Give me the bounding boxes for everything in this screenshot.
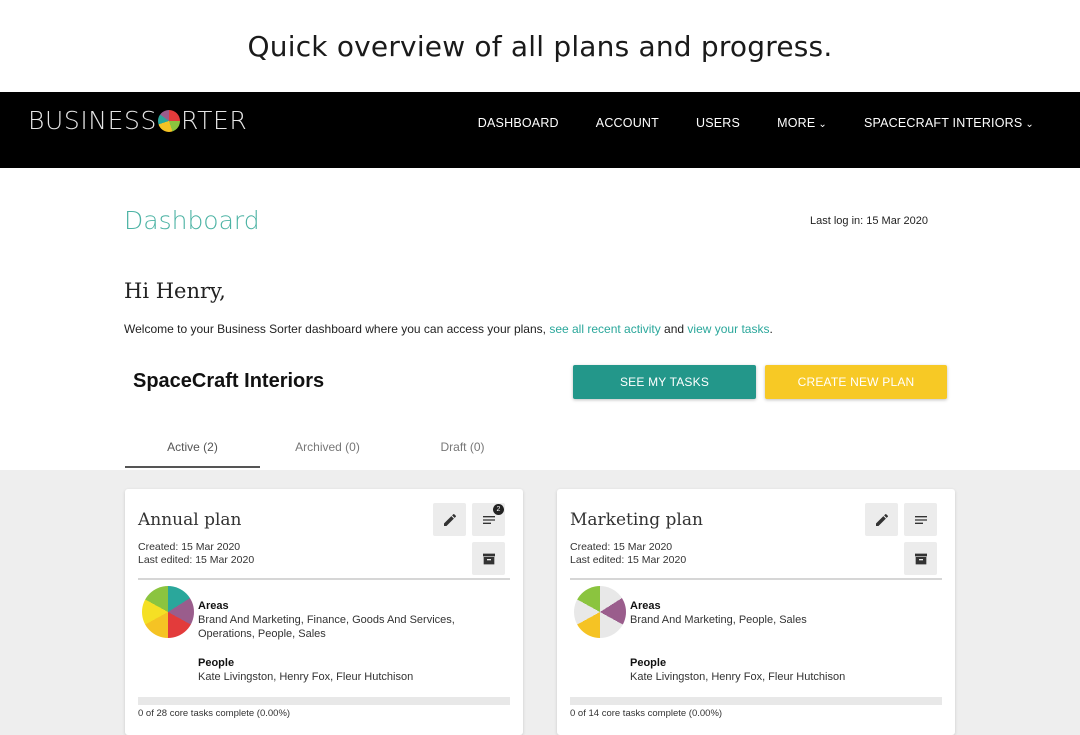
nav-dashboard[interactable]: DASHBOARD <box>478 116 559 130</box>
recent-activity-link[interactable]: see all recent activity <box>549 322 660 336</box>
logo-text-right: RTER <box>180 106 248 135</box>
archive-plan-button[interactable] <box>472 542 505 575</box>
plan-created: Created: 15 Mar 2020 <box>138 541 241 553</box>
create-new-plan-button[interactable]: CREATE NEW PLAN <box>765 365 947 399</box>
card-divider <box>570 578 942 580</box>
progress-text: 0 of 28 core tasks complete (0.00%) <box>138 708 291 719</box>
plan-title[interactable]: Marketing plan <box>570 510 703 530</box>
progress-bar <box>570 697 942 705</box>
chevron-down-icon: ⌄ <box>1025 118 1034 130</box>
notification-badge: 2 <box>493 504 504 515</box>
view-tasks-link[interactable]: view your tasks <box>687 322 769 336</box>
chevron-down-icon: ⌄ <box>818 118 827 130</box>
pencil-icon <box>443 513 456 526</box>
areas-pie-icon <box>574 586 626 638</box>
nav-users[interactable]: USERS <box>696 116 740 130</box>
page-title: Dashboard <box>124 206 260 235</box>
nav-more[interactable]: MORE ⌄ <box>777 116 827 130</box>
areas-label: Areas <box>198 600 229 612</box>
plan-card-marketing[interactable]: Marketing plan Created: 15 Mar 2020 Last… <box>557 489 955 735</box>
archive-icon <box>482 553 495 564</box>
people-label: People <box>198 657 235 669</box>
plan-people: People Kate Livingston, Henry Fox, Fleur… <box>198 656 498 684</box>
last-login: Last log in: 15 Mar 2020 <box>810 215 929 227</box>
welcome-mid: and <box>660 322 688 336</box>
pencil-icon <box>875 513 888 526</box>
plan-meta: Created: 15 Mar 2020 Last edited: 15 Mar… <box>570 541 686 567</box>
welcome-text: Welcome to your Business Sorter dashboar… <box>124 322 773 336</box>
plan-tabs: Active (2) Archived (0) Draft (0) <box>125 440 530 468</box>
archive-plan-button[interactable] <box>904 542 937 575</box>
plan-areas: Areas Brand And Marketing, People, Sales <box>630 599 930 627</box>
plan-title[interactable]: Annual plan <box>138 510 242 530</box>
plan-people: People Kate Livingston, Henry Fox, Fleur… <box>630 656 930 684</box>
progress-bar <box>138 697 510 705</box>
card-divider <box>138 578 510 580</box>
progress-text: 0 of 14 core tasks complete (0.00%) <box>570 708 723 719</box>
people-list: Kate Livingston, Henry Fox, Fleur Hutchi… <box>198 671 414 683</box>
see-my-tasks-button[interactable]: SEE MY TASKS <box>573 365 756 399</box>
plan-tasks-button[interactable]: 2 <box>472 503 505 536</box>
plan-card-annual[interactable]: Annual plan Created: 15 Mar 2020 Last ed… <box>125 489 523 735</box>
areas-list: Brand And Marketing, People, Sales <box>630 614 807 626</box>
edit-plan-button[interactable] <box>433 503 466 536</box>
plan-created: Created: 15 Mar 2020 <box>570 541 673 553</box>
org-name: SpaceCraft Interiors <box>133 370 325 392</box>
tab-draft[interactable]: Draft (0) <box>395 440 530 468</box>
nav-menu: DASHBOARD ACCOUNT USERS MORE ⌄ SPACECRAF… <box>441 116 1034 130</box>
nav-more-label: MORE <box>777 116 816 130</box>
logo-text-left: BUSINESS <box>28 106 157 135</box>
plan-meta: Created: 15 Mar 2020 Last edited: 15 Mar… <box>138 541 254 567</box>
logo-pie-icon <box>157 109 180 132</box>
brand-logo[interactable]: BUSINESS RTER <box>28 106 247 135</box>
people-label: People <box>630 657 667 669</box>
areas-label: Areas <box>630 600 661 612</box>
areas-pie-icon <box>142 586 194 638</box>
areas-list: Brand And Marketing, Finance, Goods And … <box>198 614 455 640</box>
plan-edited: Last edited: 15 Mar 2020 <box>570 554 687 566</box>
navbar: BUSINESS RTER DASHBOARD ACCOUNT USERS MOR… <box>0 92 1080 168</box>
nav-org-switcher[interactable]: SPACECRAFT INTERIORS ⌄ <box>864 116 1034 130</box>
plan-tasks-button[interactable] <box>904 503 937 536</box>
people-list: Kate Livingston, Henry Fox, Fleur Hutchi… <box>630 671 846 683</box>
edit-plan-button[interactable] <box>865 503 898 536</box>
tab-archived[interactable]: Archived (0) <box>260 440 395 468</box>
plan-edited: Last edited: 15 Mar 2020 <box>138 554 255 566</box>
welcome-prefix: Welcome to your Business Sorter dashboar… <box>124 322 550 336</box>
plan-areas: Areas Brand And Marketing, Finance, Good… <box>198 599 498 641</box>
nav-org-label: SPACECRAFT INTERIORS <box>863 116 1023 130</box>
welcome-suffix: . <box>769 322 773 336</box>
tab-active[interactable]: Active (2) <box>125 440 260 468</box>
list-icon <box>914 515 927 524</box>
greeting: Hi Henry, <box>124 279 226 303</box>
nav-account[interactable]: ACCOUNT <box>596 116 659 130</box>
caption: Quick overview of all plans and progress… <box>247 30 833 63</box>
list-icon <box>482 515 495 524</box>
archive-icon <box>914 553 927 564</box>
